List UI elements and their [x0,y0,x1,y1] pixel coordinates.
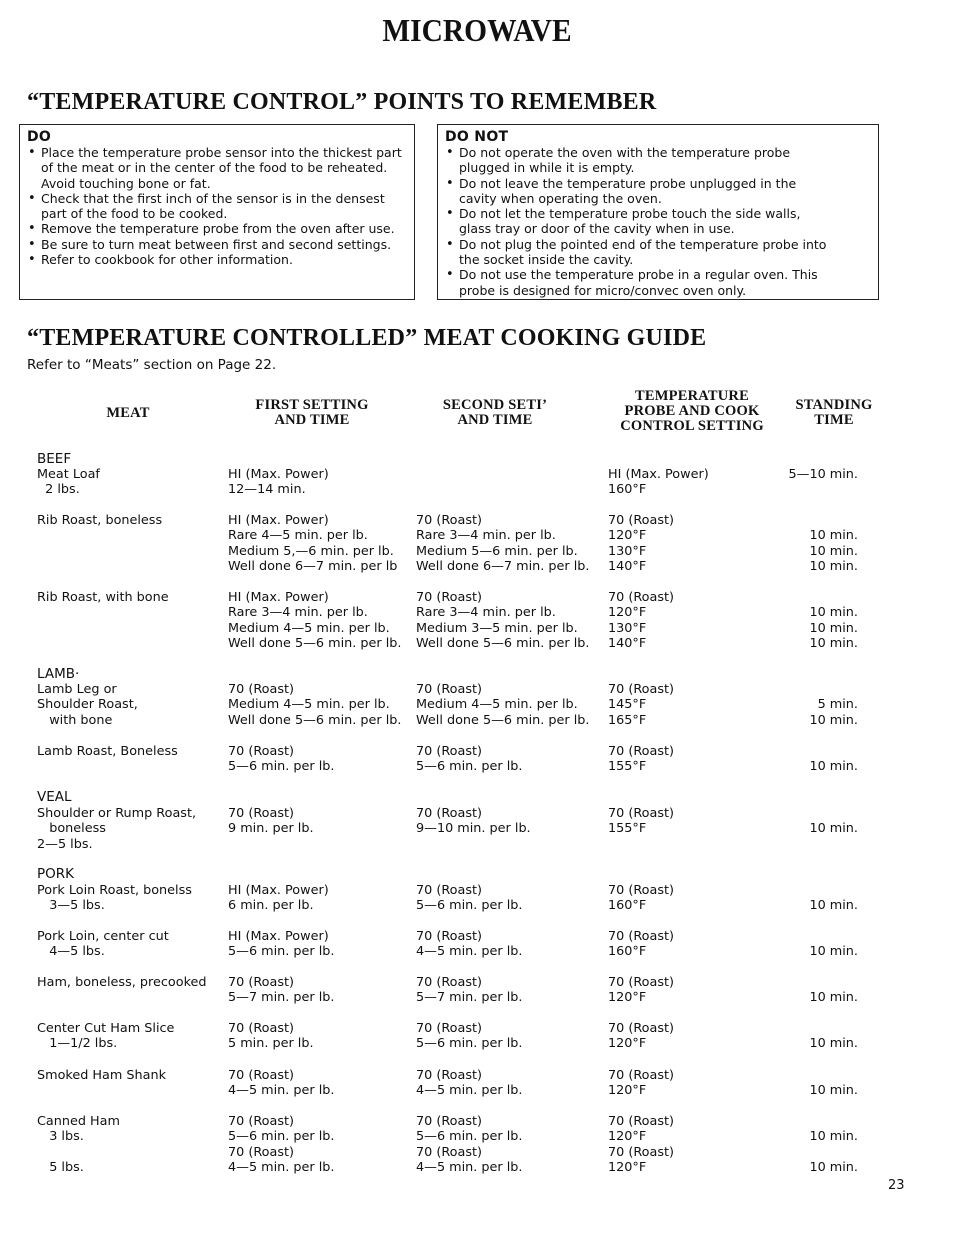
cell-probe: 70 (Roast) 120°F [608,1021,675,1052]
column-header-meat: MEAT [106,405,150,421]
cell-standing: 10 min. 10 min. 10 min. [809,605,858,651]
do-list: Place the temperature probe sensor into … [20,145,414,268]
cell-meat: Ham, boneless, precooked [37,975,207,990]
cell-probe: 70 (Roast) 155°F [608,806,675,837]
do-item: Be sure to turn meat between first and s… [28,237,408,253]
cell-probe: 70 (Roast) 120°F 70 (Roast) 120°F [608,1114,675,1175]
cell-second: 70 (Roast) Medium 4—5 min. per lb. Well … [416,682,590,728]
cell-standing: 10 min. [809,821,858,837]
cell-meat: Pork Loin, center cut 4—5 lbs. [37,929,169,960]
cell-meat: Lamb Roast, Boneless [37,744,178,759]
cell-second: 70 (Roast) Rare 3—4 min. per lb. Medium … [416,513,590,574]
page-title: MICROWAVE [382,12,572,48]
cell-first: 70 (Roast) 9 min. per lb. [228,806,314,837]
cell-probe: 70 (Roast) 160°F [608,883,675,914]
category-lamb: LAMB· [37,666,80,682]
do-heading: DO [27,129,52,145]
cell-second: 70 (Roast) Rare 3—4 min. per lb. Medium … [416,590,590,651]
cell-standing: 10 min. 10 min. [809,1129,858,1175]
cell-meat: Center Cut Ham Slice 1—1/2 lbs. [37,1021,175,1052]
cell-first: 70 (Roast) 4—5 min. per lb. [228,1068,335,1099]
do-not-box: DO NOT Do not operate the oven with the … [437,124,879,300]
do-not-item: Do not use the temperature probe in a re… [446,267,828,298]
cell-probe: 70 (Roast) 120°F [608,1068,675,1099]
cell-standing: 10 min. 10 min. 10 min. [809,528,858,574]
cell-first: HI (Max. Power) 6 min. per lb. [228,883,329,914]
do-item: Place the temperature probe sensor into … [28,145,408,191]
cell-standing: 10 min. [809,944,858,960]
cell-meat: Shoulder or Rump Roast, boneless 2—5 lbs… [37,806,197,852]
cell-meat: Pork Loin Roast, bonelss 3—5 lbs. [37,883,192,914]
cell-standing: 5—10 min. [788,467,859,482]
guide-heading: “TEMPERATURE CONTROLLED” MEAT COOKING GU… [27,325,707,351]
cell-probe: HI (Max. Power) 160°F [608,467,709,498]
points-heading: “TEMPERATURE CONTROL” POINTS TO REMEMBER [27,89,657,115]
cell-first: HI (Max. Power) 5—6 min. per lb. [228,929,335,960]
cell-second: 70 (Roast) 4—5 min. per lb. [416,1068,523,1099]
column-header-standing-time: STANDING TIME [795,397,873,428]
cell-standing: 10 min. [809,990,858,1006]
do-item: Remove the temperature probe from the ov… [28,221,408,237]
cell-probe: 70 (Roast) 145°F 165°F [608,682,675,728]
cell-probe: 70 (Roast) 120°F [608,975,675,1006]
cell-second: 70 (Roast) 5—7 min. per lb. [416,975,523,1006]
do-not-list: Do not operate the oven with the tempera… [438,145,878,298]
cell-first: 70 (Roast) 5 min. per lb. [228,1021,314,1052]
cell-standing: 10 min. [809,898,858,914]
cell-standing: 10 min. [809,759,858,775]
cell-first: HI (Max. Power) Rare 4—5 min. per lb. Me… [228,513,398,574]
cell-meat: Canned Ham 3 lbs. 5 lbs. [37,1114,120,1175]
cell-meat: Smoked Ham Shank [37,1068,167,1083]
page-number: 23 [888,1178,905,1193]
cell-standing: 10 min. [809,1083,858,1099]
cell-second: 70 (Roast) 5—6 min. per lb. 70 (Roast) 4… [416,1114,523,1175]
column-header-first-setting: FIRST SETTING AND TIME [255,397,369,428]
column-header-second-setting: SECOND SETI’ AND TIME [442,397,548,428]
do-not-item: Do not leave the temperature probe unplu… [446,176,828,207]
do-item: Check that the first inch of the sensor … [28,191,408,222]
cell-first: HI (Max. Power) Rare 3—4 min. per lb. Me… [228,590,402,651]
cell-second: 70 (Roast) 9—10 min. per lb. [416,806,531,837]
cell-meat: Meat Loaf 2 lbs. [37,467,100,498]
cell-second: 70 (Roast) 5—6 min. per lb. [416,744,523,775]
cell-first: 70 (Roast) 5—7 min. per lb. [228,975,335,1006]
cell-probe: 70 (Roast) 120°F 130°F 140°F [608,513,675,574]
do-box: DO Place the temperature probe sensor in… [19,124,415,300]
category-veal: VEAL [37,789,72,805]
cell-second: 70 (Roast) 5—6 min. per lb. [416,1021,523,1052]
cell-probe: 70 (Roast) 120°F 130°F 140°F [608,590,675,651]
guide-note: Refer to “Meats” section on Page 22. [27,357,277,373]
cell-meat: Rib Roast, boneless [37,513,163,528]
do-not-item: Do not operate the oven with the tempera… [446,145,828,176]
column-header-probe-setting: TEMPERATURE PROBE AND COOK CONTROL SETTI… [620,388,764,434]
cell-first: HI (Max. Power) 12—14 min. [228,467,329,498]
category-beef: BEEF [37,451,72,467]
do-not-item: Do not let the temperature probe touch t… [446,206,828,237]
cell-probe: 70 (Roast) 160°F [608,929,675,960]
cell-meat: Lamb Leg or Shoulder Roast, with bone [37,682,138,728]
cell-standing: 10 min. [809,1036,858,1052]
category-pork: PORK [37,866,74,882]
cell-second: 70 (Roast) 5—6 min. per lb. [416,883,523,914]
cell-probe: 70 (Roast) 155°F [608,744,675,775]
cell-second: 70 (Roast) 4—5 min. per lb. [416,929,523,960]
cell-standing: 5 min. 10 min. [809,697,858,728]
do-not-heading: DO NOT [445,129,509,145]
do-not-item: Do not plug the pointed end of the tempe… [446,237,828,268]
cell-first: 70 (Roast) Medium 4—5 min. per lb. Well … [228,682,402,728]
do-item: Refer to cookbook for other information. [28,252,408,268]
cell-first: 70 (Roast) 5—6 min. per lb. [228,744,335,775]
cell-first: 70 (Roast) 5—6 min. per lb. 70 (Roast) 4… [228,1114,335,1175]
cell-meat: Rib Roast, with bone [37,590,169,605]
